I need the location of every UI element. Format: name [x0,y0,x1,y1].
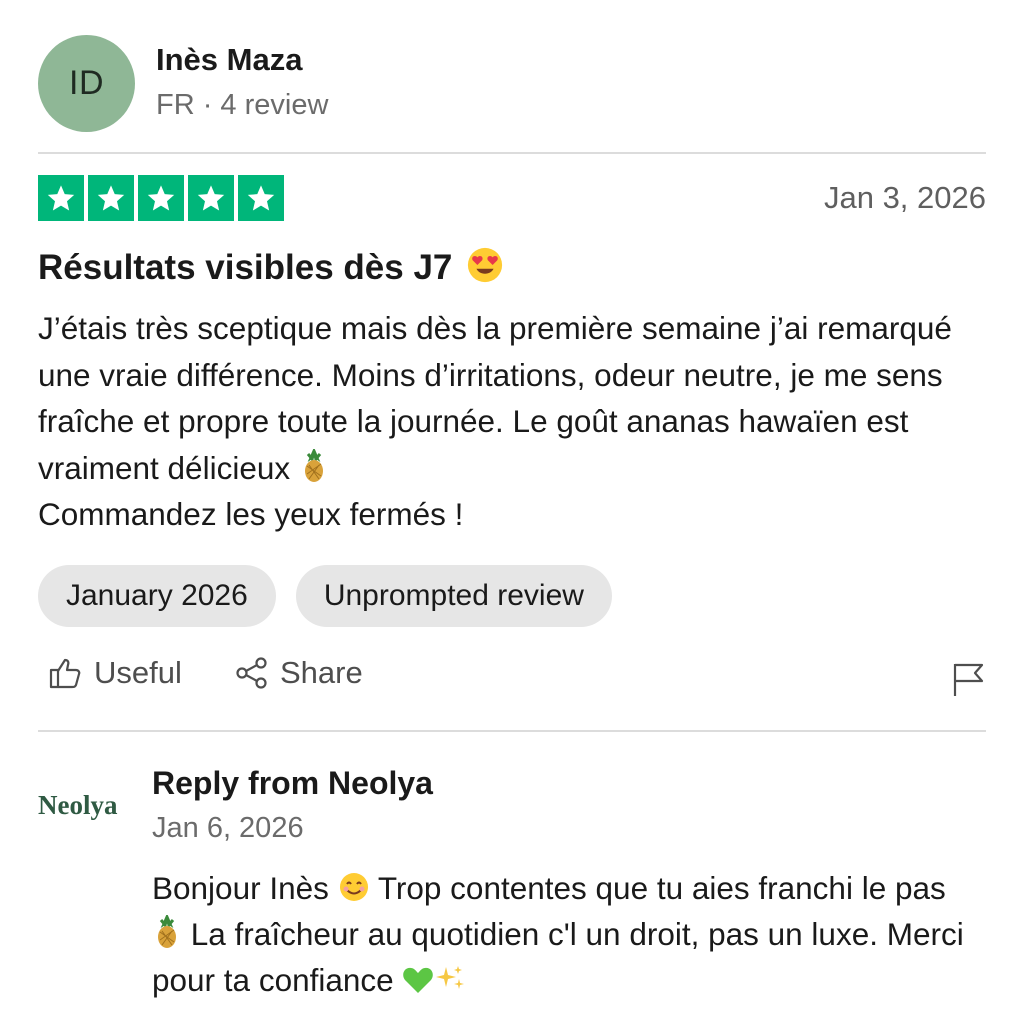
pineapple-emoji-icon [304,448,323,482]
report-flag-button[interactable] [950,660,986,703]
reply-date: Jan 6, 2026 [152,812,304,844]
star-icon [238,175,284,221]
thumbs-up-icon [49,658,81,689]
company-logo: Neolya [38,790,118,820]
reply-title: Reply from Neolya [152,765,433,801]
avatar: ID [38,35,135,132]
reply-body: Bonjour Inès Trop contentes que tu aies … [152,865,982,1003]
smiling-face-emoji-icon [339,873,368,901]
reviewer-name[interactable]: Inès Maza [156,42,302,78]
useful-label: Useful [94,655,182,690]
review-title-text: Résultats visibles dès J7 [38,248,453,287]
divider [38,730,986,732]
share-label: Share [280,655,363,690]
heart-eyes-emoji-icon [468,247,503,283]
review-body-text: J’étais très sceptique mais dès la premi… [38,310,952,486]
star-icon [188,175,234,221]
review-body-closing: Commandez les yeux fermés ! [38,496,464,532]
green-heart-emoji-icon [403,967,434,993]
useful-button[interactable]: Useful [48,655,182,691]
review-title: Résultats visibles dès J7 [38,246,504,288]
pineapple-emoji-icon [158,915,176,948]
divider [38,152,986,154]
star-rating [38,175,284,221]
reviewer-meta: FR · 4 review [156,89,329,121]
star-icon [88,175,134,221]
reply-text-closing: La fraîcheur au quotidien c'l un droit, … [152,916,964,998]
tag-list: January 2026 Unprompted review [38,565,612,627]
sparkles-emoji-icon [436,966,465,989]
review-date: Jan 3, 2026 [823,180,986,215]
share-icon [236,657,267,689]
flag-icon [953,663,984,696]
star-icon [38,175,84,221]
share-button[interactable]: Share [234,655,363,691]
reply-text-main: Trop contentes que tu aies franchi le pa… [377,870,946,906]
reply-text-greeting: Bonjour Inès [152,870,329,906]
tag-unprompted[interactable]: Unprompted review [295,565,612,627]
star-icon [138,175,184,221]
tag-date: January 2026 [38,565,276,627]
review-body: J’étais très sceptique mais dès la premi… [38,305,978,538]
